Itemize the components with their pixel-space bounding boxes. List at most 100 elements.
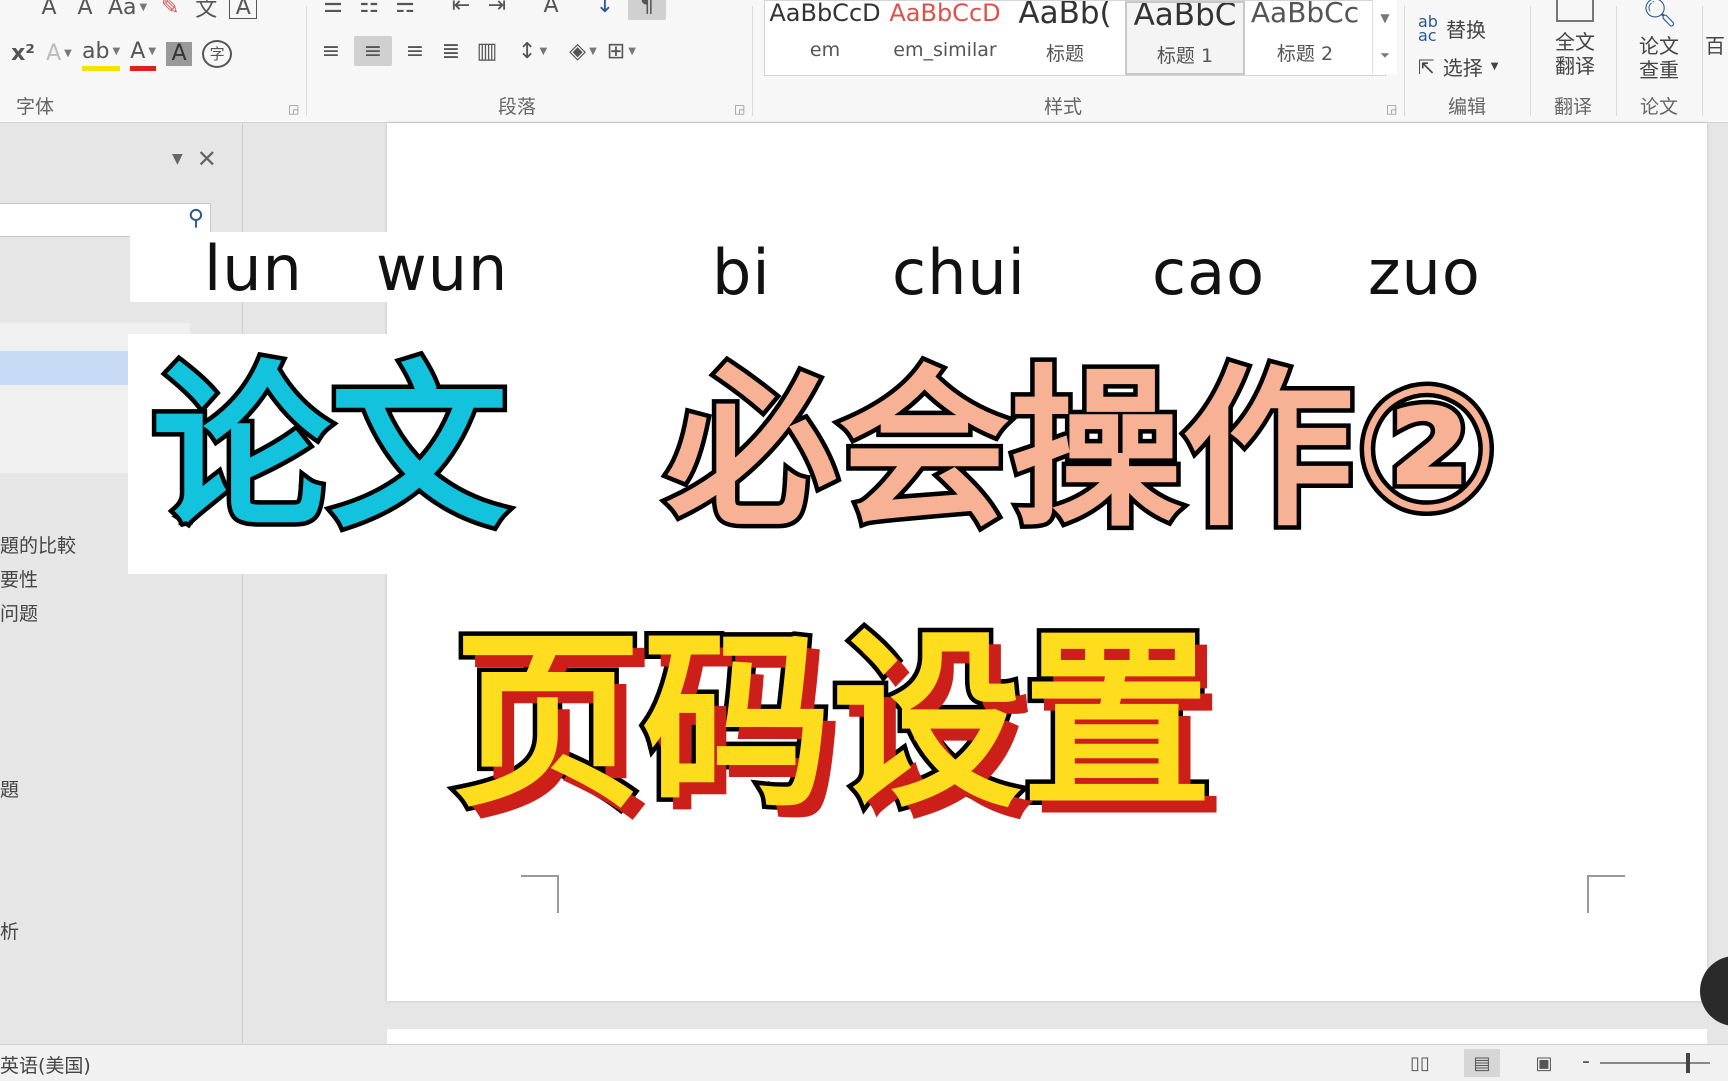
chevron-down-icon: ▼ [148,45,157,57]
document-page[interactable] [387,123,1707,1001]
thesis-check-button[interactable]: 🔍︎ 论文 查重 [1624,0,1694,82]
margin-corner-mark [1587,875,1625,913]
translate-icon [1556,0,1594,22]
baidu-icon [1702,0,1728,26]
shading-icon[interactable]: ◈ ▼ [569,36,597,66]
borders-icon[interactable]: ⊞ ▼ [607,36,636,66]
print-layout-icon[interactable]: ▤ [1464,1049,1500,1077]
char-shading-button[interactable]: A [166,41,193,66]
styles-group-label: 样式 [1044,96,1083,118]
divider [1530,6,1531,116]
style-heading-1[interactable]: AaBbC 标题 1 [1125,1,1245,75]
decrease-indent-icon[interactable]: ⇤ [448,0,474,20]
styles-dialog-launcher-icon[interactable]: ◲ [1386,102,1397,116]
status-bar: 英语(美国) ▯▯ ▤ ▣ - [0,1044,1728,1081]
editing-group-label: 编辑 [1448,96,1487,118]
style-em[interactable]: AaBbCcD em [765,1,885,75]
text-effects-button[interactable]: A ▼ [46,39,72,69]
line-spacing-icon[interactable]: ↕ ▼ [518,36,547,66]
search-icon[interactable]: ⚲ [188,206,204,231]
nav-heading-item[interactable]: 要性 [0,565,38,592]
divider [306,6,307,116]
grow-font-button[interactable]: A [36,0,62,22]
cursor-icon: ⇱ [1418,54,1435,79]
paragraph-tools-row1: ☰ ☷ ☵ ⇤ ⇥ A ↓ ¶ [320,0,666,20]
pinyin-bi: bi [712,236,771,309]
chevron-down-icon: ▼ [1490,61,1499,72]
translate-group-label: 翻译 [1554,96,1593,118]
highlight-button[interactable]: ab ▼ [82,36,121,71]
align-center-icon[interactable]: ≡ [354,36,392,66]
chevron-down-icon: ▼ [64,48,72,59]
font-tools-row2: x² A ▼ ab ▼ A ▼ A 字 [10,36,233,71]
select-button[interactable]: ⇱ 选择 ▼ [1418,52,1498,81]
thesis-group-label: 论文 [1640,96,1679,118]
numbering-icon[interactable]: ☷ [356,0,382,20]
divider [752,6,753,116]
chevron-down-icon[interactable]: ▼ [172,151,183,167]
nav-heading-item[interactable]: 題 [0,775,19,802]
nav-heading-item[interactable]: 題的比較 [0,531,76,558]
zoom-slider-thumb[interactable] [1686,1053,1690,1073]
styles-gallery: AaBbCcD em AaBbCcD em_similar AaBb( 标题 A… [764,0,1386,76]
baidu-button[interactable]: 百 [1702,0,1728,58]
multilevel-list-icon[interactable]: ☵ [392,0,418,20]
replace-icon: ab ac [1418,11,1438,45]
pinyin-chui: chui [892,236,1026,309]
close-icon[interactable]: ✕ [197,145,217,173]
chinese-layout-icon[interactable]: A [538,0,564,20]
font-tools-row1: A A Aa ▼ ✎ 文 A [36,0,258,22]
font-group-label: 字体 [16,96,55,118]
margin-corner-mark [521,875,559,913]
chevron-down-icon[interactable]: ▼ [1380,11,1389,25]
shrink-font-button[interactable]: A [72,0,98,22]
gallery-scroll: ▼ ⏷ [1372,0,1397,74]
paragraph-group-label: 段落 [498,96,537,118]
change-case-button[interactable]: Aa ▼ [108,0,147,22]
title-must-know-operations: 必会操作② [662,349,1505,550]
enclose-char-button[interactable]: 字 [202,39,233,68]
clear-format-icon[interactable]: ✎ [157,0,183,22]
title-thesis: 论文 [148,345,513,552]
style-em-similar[interactable]: AaBbCcD em_similar [885,1,1005,75]
phonetic-guide-icon[interactable]: 文 [193,0,219,22]
chevron-down-icon: ▼ [112,45,121,57]
paragraph-tools-row2: ≡ ≡ ≡ ≣ ▥ ↕ ▼ ◈ ▼ ⊞ ▼ [318,36,636,66]
distributed-icon[interactable]: ▥ [474,36,500,66]
ribbon: A A Aa ▼ ✎ 文 A x² A ▼ ab ▼ A ▼ A 字 字体 ◲ ☰ ☷ … [0,0,1728,123]
bullets-icon[interactable]: ☰ [320,0,346,20]
zoom-slider[interactable] [1600,1062,1710,1064]
nav-selected-heading[interactable] [0,351,130,385]
align-left-icon[interactable]: ≡ [318,36,344,66]
sort-icon[interactable]: ↓ [592,0,618,20]
zoom-out-icon[interactable]: - [1582,1049,1590,1074]
pinyin-zuo: zuo [1368,236,1481,309]
nav-heading-item[interactable]: 问题 [0,599,38,626]
full-translate-button[interactable]: 全文 翻译 [1540,0,1610,78]
replace-button[interactable]: ab ac 替换 [1418,11,1486,45]
nav-heading-item[interactable]: 析 [0,917,19,944]
increase-indent-icon[interactable]: ⇥ [484,0,510,20]
read-mode-icon[interactable]: ▯▯ [1402,1049,1438,1077]
subtitle-page-number-setup: 页码设置 [447,612,1216,833]
pinyin-cao: cao [1152,236,1266,309]
show-marks-icon[interactable]: ¶ [628,0,666,20]
language-indicator[interactable]: 英语(美国) [0,1051,91,1078]
font-color-button[interactable]: A ▼ [130,36,157,71]
divider [1616,6,1617,116]
paragraph-dialog-launcher-icon[interactable]: ◲ [734,102,745,116]
web-layout-icon[interactable]: ▣ [1526,1049,1562,1077]
magnifier-icon: 🔍︎ [1642,0,1678,29]
nav-pane-controls: ▼ ✕ [172,145,217,173]
more-styles-icon[interactable]: ⏷ [1380,48,1390,63]
chevron-down-icon: ▼ [139,1,148,13]
pinyin-lun: lun [204,232,303,305]
superscript-button[interactable]: x² [10,39,36,69]
style-title[interactable]: AaBb( 标题 [1005,1,1125,75]
font-dialog-launcher-icon[interactable]: ◲ [288,102,299,116]
char-border-icon[interactable]: A [229,0,258,20]
justify-icon[interactable]: ≣ [438,36,464,66]
pinyin-wun: wun [376,232,509,305]
style-heading-2[interactable]: AaBbCc 标题 2 [1245,1,1365,75]
align-right-icon[interactable]: ≡ [402,36,428,66]
